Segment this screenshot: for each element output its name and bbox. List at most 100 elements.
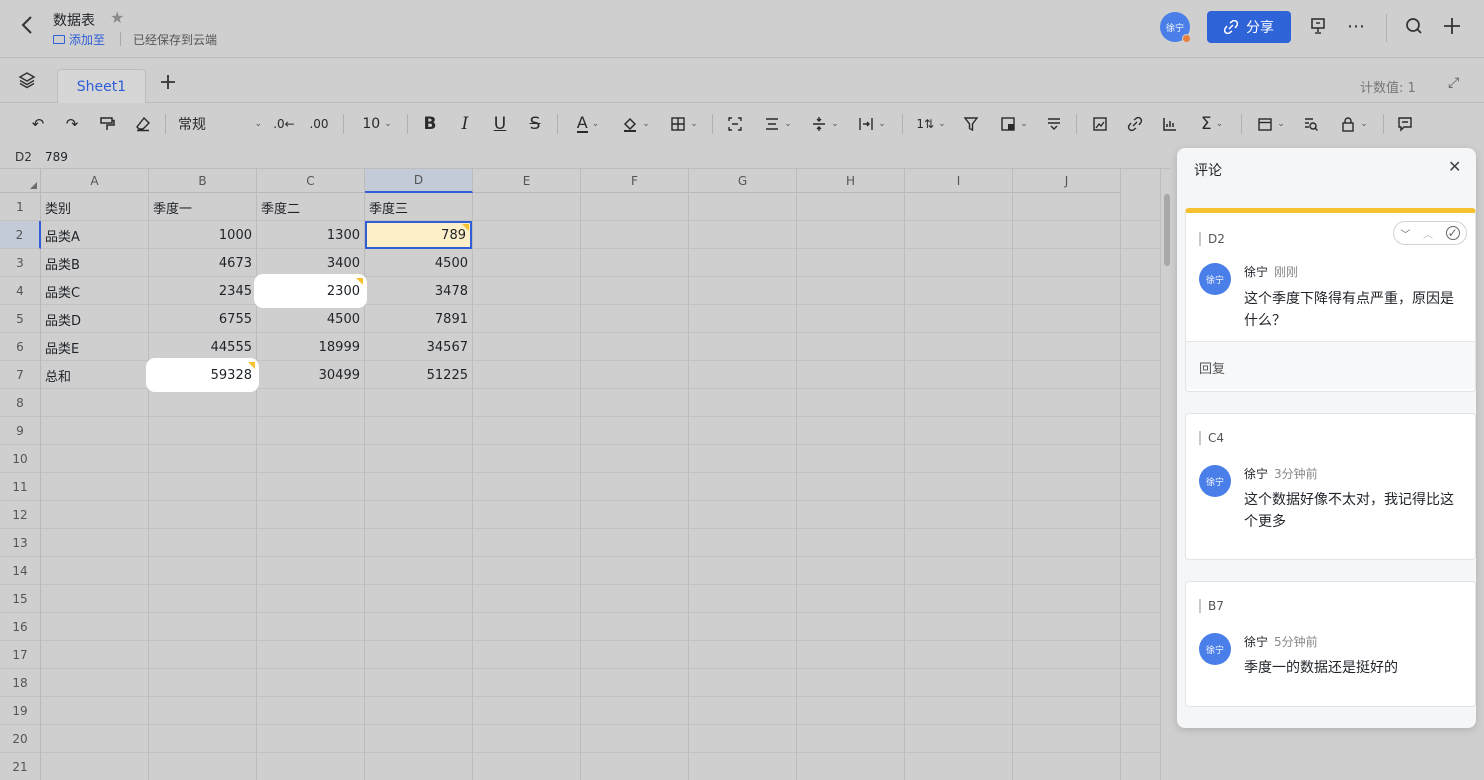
table-cell[interactable]: 18999: [257, 333, 364, 361]
fill-color-button[interactable]: ⌄: [618, 112, 654, 136]
bold-icon[interactable]: B: [420, 112, 440, 136]
conditional-format-button[interactable]: ⌄: [997, 112, 1031, 136]
column-header[interactable]: I: [905, 169, 1013, 193]
image-icon[interactable]: [1089, 112, 1111, 136]
present-icon[interactable]: [1306, 14, 1330, 38]
table-cell[interactable]: 6755: [149, 305, 256, 333]
vertical-align-button[interactable]: ⌄: [807, 112, 843, 136]
find-replace-icon[interactable]: [1300, 112, 1322, 136]
formula-input[interactable]: 789: [45, 150, 68, 164]
avatar[interactable]: 徐宁: [1199, 633, 1231, 665]
back-arrow-icon[interactable]: [20, 14, 40, 38]
link-icon[interactable]: [1124, 112, 1146, 136]
search-icon[interactable]: [1402, 14, 1426, 38]
horizontal-align-button[interactable]: ⌄: [760, 112, 796, 136]
table-cell[interactable]: 1300: [257, 221, 364, 249]
row-header[interactable]: 6: [0, 333, 41, 361]
column-header[interactable]: F: [581, 169, 689, 193]
comment-icon[interactable]: [1394, 112, 1416, 136]
table-cell[interactable]: 3400: [257, 249, 364, 277]
table-cell[interactable]: 7891: [365, 305, 472, 333]
table-cell[interactable]: 品类B: [41, 249, 148, 277]
table-cell[interactable]: 类别: [41, 193, 148, 221]
protect-button[interactable]: ⌄: [1336, 112, 1372, 136]
table-cell[interactable]: 51225: [365, 361, 472, 389]
table-cell[interactable]: 34567: [365, 333, 472, 361]
row-header[interactable]: 7: [0, 361, 41, 389]
column-header[interactable]: H: [797, 169, 905, 193]
row-header[interactable]: 12: [0, 501, 41, 529]
document-title[interactable]: 数据表: [53, 10, 95, 30]
column-header[interactable]: E: [473, 169, 581, 193]
text-wrap-button[interactable]: ⌄: [854, 112, 890, 136]
tab-sheet1[interactable]: Sheet1: [57, 69, 146, 103]
comment-cell-ref[interactable]: C4: [1199, 431, 1224, 445]
undo-icon[interactable]: ↶: [28, 112, 48, 136]
row-header[interactable]: 4: [0, 277, 41, 305]
row-header[interactable]: 15: [0, 585, 41, 613]
row-header[interactable]: 8: [0, 389, 41, 417]
table-cell[interactable]: 品类E: [41, 333, 148, 361]
function-button[interactable]: Σ ⌄: [1195, 112, 1229, 136]
font-size-select[interactable]: 10 ⌄: [358, 112, 396, 136]
share-button[interactable]: 分享: [1207, 11, 1291, 43]
reply-input[interactable]: 回复: [1186, 341, 1475, 389]
row-header[interactable]: 3: [0, 249, 41, 277]
row-header[interactable]: 13: [0, 529, 41, 557]
avatar[interactable]: 徐宁: [1199, 263, 1231, 295]
select-all-corner[interactable]: [0, 169, 41, 193]
row-header[interactable]: 5: [0, 305, 41, 333]
underline-icon[interactable]: U: [490, 112, 510, 136]
selected-cell[interactable]: 789: [365, 221, 472, 249]
row-header[interactable]: 14: [0, 557, 41, 585]
row-header[interactable]: 21: [0, 753, 41, 780]
clear-format-icon[interactable]: [132, 112, 154, 136]
table-cell[interactable]: 4673: [149, 249, 256, 277]
row-header[interactable]: 9: [0, 417, 41, 445]
filter-icon[interactable]: [960, 112, 982, 136]
scrollbar-thumb[interactable]: [1164, 194, 1170, 266]
expand-icon[interactable]: ⤢: [1448, 75, 1459, 91]
next-comment-icon[interactable]: ﹀: [1400, 226, 1410, 241]
table-cell[interactable]: 3478: [365, 277, 472, 305]
table-cell[interactable]: 品类D: [41, 305, 148, 333]
column-header[interactable]: A: [41, 169, 149, 193]
redo-icon[interactable]: ↷: [62, 112, 82, 136]
table-cell[interactable]: 44555: [149, 333, 256, 361]
column-header[interactable]: C: [257, 169, 365, 193]
add-to-folder-link[interactable]: 添加至: [53, 31, 105, 48]
merge-cells-icon[interactable]: [724, 112, 746, 136]
table-cell[interactable]: 1000: [149, 221, 256, 249]
font-color-button[interactable]: A ⌄: [570, 112, 606, 136]
row-header[interactable]: 17: [0, 641, 41, 669]
cell-reference[interactable]: D2: [15, 150, 32, 164]
plus-icon[interactable]: [1440, 14, 1464, 38]
borders-button[interactable]: ⌄: [666, 112, 702, 136]
more-icon[interactable]: ⋯: [1344, 14, 1368, 38]
table-cell[interactable]: 30499: [257, 361, 364, 389]
spreadsheet-grid[interactable]: A B C D E F G H I J 1 2 3 4 5 6 7 8 9 10 11 12 13 14 15 16 17 18 19 2…: [0, 169, 1160, 780]
comment-cell-ref[interactable]: B7: [1199, 599, 1224, 613]
row-header[interactable]: 2: [0, 221, 41, 249]
increase-decimal-icon[interactable]: .00: [306, 112, 332, 136]
row-header[interactable]: 11: [0, 473, 41, 501]
row-header[interactable]: 16: [0, 613, 41, 641]
comment-cell-ref[interactable]: D2: [1199, 232, 1225, 246]
row-header[interactable]: 1: [0, 193, 41, 221]
prev-comment-icon[interactable]: ︿: [1423, 226, 1433, 241]
row-header[interactable]: 18: [0, 669, 41, 697]
row-header[interactable]: 20: [0, 725, 41, 753]
table-cell[interactable]: 季度三: [365, 193, 472, 221]
close-icon[interactable]: ✕: [1448, 157, 1461, 176]
table-cell[interactable]: 品类C: [41, 277, 148, 305]
strikethrough-icon[interactable]: S: [525, 112, 545, 136]
comment-card[interactable]: D2 ﹀ ︿ ✓ 徐宁 徐宁 刚刚 这个季度下降得有点严重，原因是什么？ 回复: [1185, 208, 1476, 392]
chart-icon[interactable]: [1159, 112, 1181, 136]
table-cell[interactable]: 总和: [41, 361, 148, 389]
star-icon[interactable]: ★: [110, 8, 124, 27]
sort-button[interactable]: 1⇅ ⌄: [913, 112, 949, 136]
row-header[interactable]: 10: [0, 445, 41, 473]
table-cell[interactable]: 4500: [365, 249, 472, 277]
column-header[interactable]: D: [365, 169, 473, 193]
freeze-icon[interactable]: [1043, 112, 1065, 136]
